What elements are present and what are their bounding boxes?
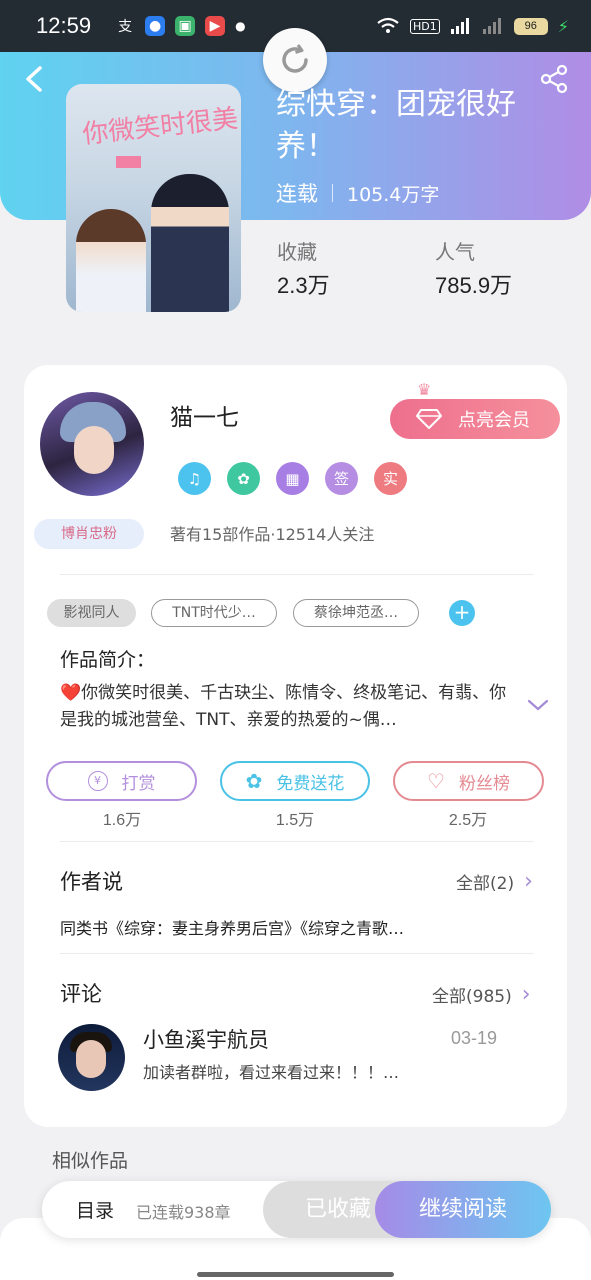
comments-more[interactable]: 全部(985) ›	[432, 982, 531, 1007]
charging-icon: ⚡	[557, 16, 569, 36]
music-badge-icon[interactable]: ♫	[178, 462, 211, 495]
chevron-down-icon	[527, 699, 549, 711]
author-says-more[interactable]: 全部(2) ›	[456, 869, 533, 894]
continue-reading-button[interactable]: 继续阅读	[375, 1181, 551, 1238]
author-avatar[interactable]	[40, 392, 144, 496]
tag-item[interactable]: 蔡徐坤范丞…	[293, 599, 419, 627]
cover-title: 你微笑时很美	[81, 103, 240, 151]
flower-count: 1.5万	[275, 812, 315, 829]
hd-icon: HD1	[410, 18, 440, 34]
book-title: 综快穿：团宠很好养！	[276, 87, 516, 164]
comment-text[interactable]: 加读者群啦，看过来看过来！！！…	[143, 1061, 423, 1085]
yuan-icon: ¥	[87, 771, 108, 791]
genre-tag[interactable]: 影视同人	[47, 599, 136, 627]
verified-badge[interactable]: 实	[374, 462, 407, 495]
flower-icon: ✿	[245, 769, 263, 793]
author-says-title: 作者说	[60, 870, 123, 894]
user-heart-icon: ♡	[427, 769, 445, 793]
video-icon: ▶	[205, 16, 226, 36]
cover-figure-girl	[76, 209, 146, 312]
cover-label	[116, 156, 142, 168]
chapter-count[interactable]: 已连载938章	[136, 1199, 231, 1223]
author-badges: ♫ ✿ ▦ 签 实	[178, 462, 407, 495]
send-flower-label: 免费送花	[276, 773, 345, 794]
wifi-icon	[377, 17, 399, 33]
refresh-icon	[282, 44, 308, 73]
send-flower-button[interactable]: ✿ 免费送花	[220, 761, 370, 801]
similar-works-title: 相似作品	[52, 1150, 129, 1172]
book-status: 连载	[276, 182, 318, 206]
back-arrow-icon	[26, 66, 42, 92]
back-button[interactable]	[18, 62, 52, 96]
fan-ranking-button[interactable]: ♡ 粉丝榜	[393, 761, 544, 801]
divider	[60, 841, 534, 842]
refresh-indicator	[263, 28, 327, 92]
stat-popularity-label: 人气	[435, 240, 475, 264]
signal-2-icon	[482, 18, 501, 34]
stat-collections-value: 2.3万	[277, 273, 330, 298]
book-meta: 连载 105.4万字	[276, 178, 439, 208]
author-info: 著有15部作品·12514人关注	[170, 525, 375, 544]
browser-icon: ●	[145, 16, 166, 36]
book-cover[interactable]: 你微笑时很美	[66, 84, 241, 312]
fan-badge: 博肖忠粉	[34, 519, 144, 549]
intro-title: 作品简介：	[60, 649, 156, 671]
author-says-more-label: 全部(2)	[456, 874, 515, 894]
stat-popularity-value: 785.9万	[435, 273, 513, 298]
fan-ranking-label: 粉丝榜	[458, 773, 510, 794]
intro-text: ❤️你微笑时很美、千古玦尘、陈情令、终极笔记、有翡、你是我的城池营垒、TNT、亲…	[60, 683, 507, 730]
tip-button[interactable]: ¥ 打赏	[46, 761, 197, 801]
chevron-right-icon: ›	[521, 982, 531, 1007]
tag-item[interactable]: TNT时代少…	[151, 599, 277, 627]
tip-label: 打赏	[121, 773, 156, 794]
toc-button[interactable]: 目录	[76, 1196, 114, 1223]
home-indicator[interactable]	[197, 1272, 394, 1277]
commenter-avatar[interactable]	[58, 1024, 125, 1091]
add-tag-button[interactable]: +	[449, 600, 475, 626]
handshake-badge-icon[interactable]: ✿	[227, 462, 260, 495]
word-count: 105.4万字	[347, 183, 440, 206]
app-icon: ▣	[175, 16, 196, 36]
status-time: 12:59	[36, 13, 92, 38]
divider	[60, 953, 534, 954]
signal-icon	[450, 18, 469, 34]
divider	[60, 574, 534, 575]
comments-title: 评论	[60, 982, 102, 1006]
more-notifications-icon: ●	[235, 19, 246, 33]
fan-count: 2.5万	[448, 812, 488, 829]
tip-count: 1.6万	[102, 812, 142, 829]
diamond-icon	[416, 409, 442, 429]
meta-divider	[332, 184, 333, 202]
alipay-icon: 支	[118, 19, 133, 35]
stat-collections-label: 收藏	[277, 240, 317, 264]
status-right: HD1 96 ⚡	[376, 17, 569, 36]
vip-button-label: 点亮会员	[458, 410, 530, 431]
author-says-text[interactable]: 同类书《综穿：妻主身养男后宫》《综穿之青歌…	[60, 915, 404, 939]
signed-badge[interactable]: 签	[325, 462, 358, 495]
commenter-name[interactable]: 小鱼溪宇航员	[143, 1024, 269, 1054]
comment-date: 03-19	[451, 1028, 498, 1048]
vip-button[interactable]: 点亮会员	[390, 399, 560, 439]
cover-figure-boy	[151, 174, 229, 312]
comments-more-label: 全部(985)	[432, 987, 512, 1007]
battery-icon: 96	[513, 17, 548, 35]
expand-intro-button[interactable]	[526, 693, 550, 717]
crown-icon: ♛	[417, 380, 432, 399]
calendar-badge-icon[interactable]: ▦	[276, 462, 309, 495]
author-name[interactable]: 猫一七	[170, 398, 239, 432]
chevron-right-icon: ›	[524, 869, 533, 894]
